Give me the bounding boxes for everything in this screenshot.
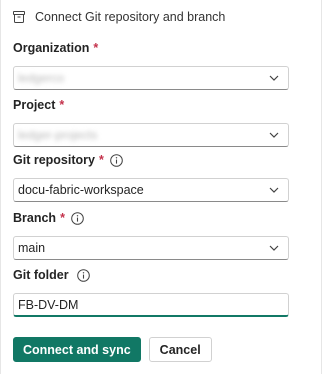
info-icon[interactable] bbox=[71, 211, 84, 225]
organization-field: Organization * ledgerco bbox=[13, 40, 289, 90]
branch-field: Branch * main bbox=[13, 210, 289, 260]
info-icon[interactable] bbox=[110, 153, 123, 167]
branch-value: main bbox=[18, 241, 46, 255]
git-repository-label-row: Git repository * bbox=[13, 152, 289, 168]
git-repository-dropdown[interactable]: docu-fabric-workspace bbox=[13, 178, 289, 202]
branch-label: Branch bbox=[13, 211, 57, 225]
branch-label-row: Branch * bbox=[13, 210, 289, 226]
organization-dropdown[interactable]: ledgerco bbox=[13, 66, 289, 90]
cancel-button[interactable]: Cancel bbox=[148, 337, 212, 362]
action-buttons: Connect and sync Cancel bbox=[13, 337, 212, 362]
git-connect-panel: Connect Git repository and branch Organi… bbox=[0, 0, 322, 374]
git-folder-field: Git folder FB-DV-DM bbox=[13, 267, 289, 317]
panel-title: Connect Git repository and branch bbox=[35, 10, 226, 24]
git-folder-label-row: Git folder bbox=[13, 267, 289, 283]
project-dropdown[interactable]: ledger-projects bbox=[13, 123, 289, 147]
panel-header: Connect Git repository and branch bbox=[13, 8, 225, 26]
repository-icon bbox=[13, 11, 25, 23]
project-value: ledger-projects bbox=[18, 128, 98, 142]
project-label-row: Project * bbox=[13, 97, 289, 113]
organization-value: ledgerco bbox=[18, 71, 65, 85]
required-indicator: * bbox=[98, 153, 104, 167]
chevron-down-icon bbox=[268, 129, 280, 141]
chevron-down-icon bbox=[268, 184, 280, 196]
chevron-down-icon bbox=[268, 72, 280, 84]
required-indicator: * bbox=[60, 211, 65, 225]
chevron-down-icon bbox=[268, 242, 280, 254]
required-indicator: * bbox=[59, 98, 65, 112]
project-field: Project * ledger-projects bbox=[13, 97, 289, 147]
git-repository-label: Git repository bbox=[13, 153, 95, 167]
organization-label: Organization bbox=[13, 41, 90, 55]
git-folder-label: Git folder bbox=[13, 268, 69, 282]
required-indicator: * bbox=[93, 41, 99, 55]
connect-and-sync-button[interactable]: Connect and sync bbox=[13, 337, 141, 362]
git-folder-input[interactable]: FB-DV-DM bbox=[13, 293, 289, 317]
organization-label-row: Organization * bbox=[13, 40, 289, 56]
git-folder-value: FB-DV-DM bbox=[18, 297, 79, 312]
branch-dropdown[interactable]: main bbox=[13, 236, 289, 260]
git-repository-field: Git repository * docu-fabric-workspace bbox=[13, 152, 289, 202]
info-icon[interactable] bbox=[76, 268, 90, 282]
git-repository-value: docu-fabric-workspace bbox=[18, 183, 144, 197]
project-label: Project bbox=[13, 98, 56, 112]
